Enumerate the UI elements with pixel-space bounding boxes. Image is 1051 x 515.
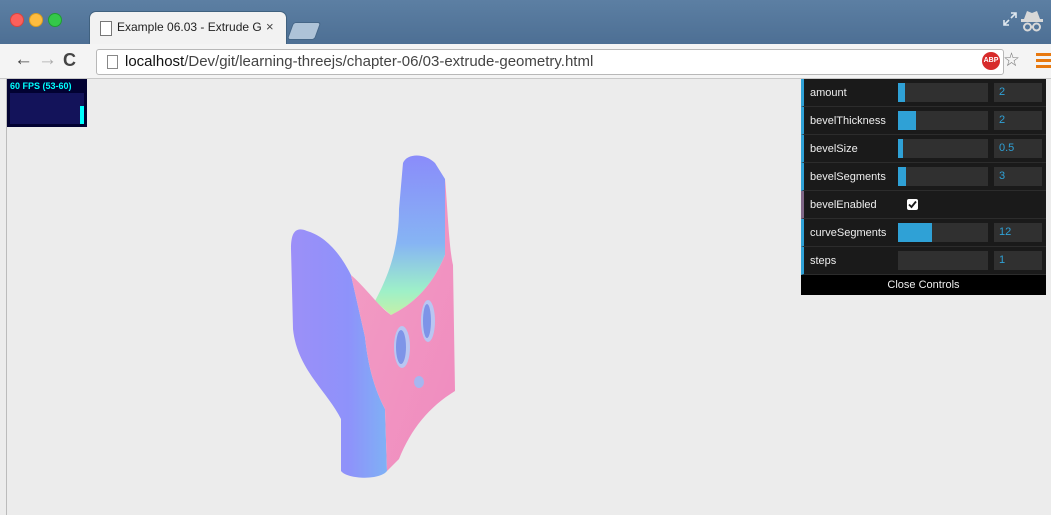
address-bar[interactable]: localhost/Dev/git/learning-threejs/chapt… (96, 49, 1004, 75)
slider-fill (898, 223, 933, 242)
back-icon[interactable]: ← (14, 50, 33, 70)
fps-bar (80, 106, 84, 124)
page-icon (107, 55, 118, 69)
shape-hole (423, 304, 431, 338)
control-label: bevelSegments (810, 171, 886, 183)
reload-icon[interactable]: C (63, 50, 76, 70)
control-bevel-size[interactable]: bevelSize 0.5 (801, 135, 1046, 163)
adblock-icon[interactable]: ABP (982, 52, 1000, 70)
browser-titlebar: Example 06.03 - Extrude G × (0, 0, 1051, 44)
bevel-segments-value-input[interactable]: 3 (994, 167, 1042, 186)
control-label: amount (810, 87, 847, 99)
close-controls-button[interactable]: Close Controls (801, 275, 1046, 295)
control-label: curveSegments (810, 227, 887, 239)
slider-fill (898, 139, 903, 158)
amount-slider[interactable] (898, 83, 988, 102)
tab-close-icon[interactable]: × (266, 19, 274, 34)
controls-panel: amount 2 bevelThickness 2 bevelSize 0.5 … (801, 79, 1046, 295)
close-window-button[interactable] (10, 13, 24, 27)
steps-value-input[interactable]: 1 (994, 251, 1042, 270)
browser-toolbar: ← → C localhost/Dev/git/learning-threejs… (0, 44, 1051, 79)
checkmark-icon (908, 200, 917, 209)
bookmark-star-icon[interactable]: ☆ (1003, 49, 1020, 72)
fps-stats-panel[interactable]: 60 FPS (53-60) (7, 79, 87, 127)
bevel-size-slider[interactable] (898, 139, 988, 158)
url-path: /Dev/git/learning-threejs/chapter-06/03-… (184, 53, 594, 70)
minimize-window-button[interactable] (29, 13, 43, 27)
control-label: bevelThickness (810, 115, 886, 127)
steps-slider[interactable] (898, 251, 988, 270)
control-bevel-enabled[interactable]: bevelEnabled (801, 191, 1046, 219)
fps-label: 60 FPS (53-60) (10, 81, 72, 91)
curve-segments-slider[interactable] (898, 223, 988, 242)
incognito-icon (1021, 11, 1043, 32)
control-bevel-thickness[interactable]: bevelThickness 2 (801, 107, 1046, 135)
bevel-thickness-value-input[interactable]: 2 (994, 111, 1042, 130)
curve-segments-value-input[interactable]: 12 (994, 223, 1042, 242)
menu-icon[interactable] (1036, 53, 1051, 71)
slider-fill (898, 83, 906, 102)
slider-fill (898, 111, 916, 130)
browser-tab[interactable]: Example 06.03 - Extrude G × (90, 12, 286, 44)
bevel-thickness-slider[interactable] (898, 111, 988, 130)
shape-hole (396, 330, 406, 364)
page-icon (100, 21, 112, 36)
fullscreen-icon[interactable] (1003, 12, 1017, 26)
amount-value-input[interactable]: 2 (994, 83, 1042, 102)
control-label: bevelSize (810, 143, 858, 155)
control-steps[interactable]: steps 1 (801, 247, 1046, 275)
slider-fill (898, 167, 907, 186)
url-host: localhost (125, 53, 185, 70)
control-label: bevelEnabled (810, 199, 877, 211)
bevel-segments-slider[interactable] (898, 167, 988, 186)
forward-icon[interactable]: → (38, 50, 57, 70)
new-tab-button[interactable] (286, 22, 322, 40)
tab-title: Example 06.03 - Extrude G (117, 20, 262, 34)
zoom-window-button[interactable] (48, 13, 62, 27)
bevel-enabled-checkbox[interactable] (907, 199, 918, 210)
shape-hole (414, 376, 424, 388)
control-bevel-segments[interactable]: bevelSegments 3 (801, 163, 1046, 191)
url-text[interactable]: localhost/Dev/git/learning-threejs/chapt… (125, 53, 593, 70)
control-amount[interactable]: amount 2 (801, 79, 1046, 107)
bevel-size-value-input[interactable]: 0.5 (994, 139, 1042, 158)
control-label: steps (810, 255, 837, 267)
control-curve-segments[interactable]: curveSegments 12 (801, 219, 1046, 247)
fps-graph (10, 93, 84, 124)
